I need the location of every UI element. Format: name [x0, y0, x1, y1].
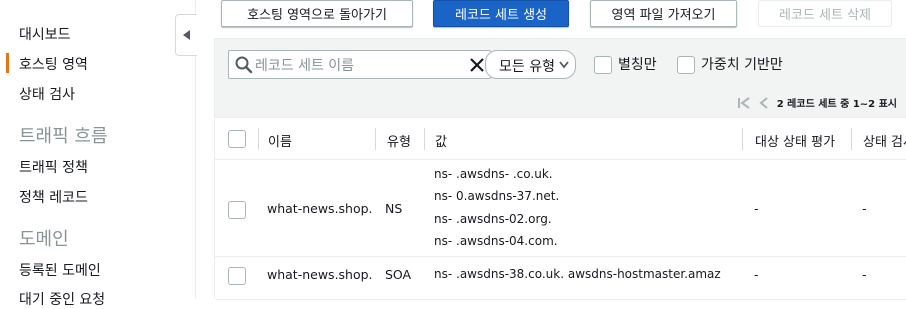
sidebar-item-dashboard[interactable]: 대시보드: [19, 24, 71, 44]
collapse-sidebar-button[interactable]: [175, 14, 197, 56]
first-page-icon[interactable]: [737, 96, 751, 109]
record-name: what-news.shop.: [267, 201, 373, 216]
table-header: 이름 유형 값 대상 상태 평가 상태 검사: [215, 119, 906, 160]
active-indicator: [6, 53, 9, 73]
record-value-line: ns- .awsdns-02.org.: [434, 212, 552, 226]
sidebar-item-pending-requests[interactable]: 대기 중인 요청: [19, 289, 105, 309]
record-name: what-news.shop.: [267, 267, 373, 282]
column-header-name[interactable]: 이름: [268, 131, 292, 150]
alias-only-checkbox[interactable]: [594, 56, 612, 74]
sidebar-item-hosted-zones[interactable]: 호스팅 영역: [19, 54, 88, 74]
create-record-set-button[interactable]: 레코드 세트 생성: [433, 0, 569, 27]
search-input[interactable]: 레코드 세트 이름: [228, 50, 491, 79]
record-value-line: ns- .awsdns-38.co.uk. awsdns-hostmaster.…: [434, 267, 721, 281]
weighted-only-checkbox[interactable]: [677, 56, 695, 74]
select-all-checkbox[interactable]: [228, 130, 246, 148]
pagination: 2 레코드 세트 중 1~2 표시: [737, 95, 897, 110]
column-divider: [375, 128, 376, 150]
record-value-line: ns- .awsdns- .co.uk.: [434, 167, 553, 181]
weighted-only-label: 가중치 기반만: [701, 57, 783, 73]
health-check-value: -: [862, 201, 867, 216]
column-header-type[interactable]: 유형: [387, 131, 411, 150]
column-divider: [742, 128, 743, 150]
column-divider: [851, 128, 852, 150]
sidebar-item-health-checks[interactable]: 상태 검사: [19, 84, 75, 104]
column-divider: [258, 128, 259, 150]
back-to-hosted-zones-button[interactable]: 호스팅 영역으로 돌아가기: [221, 0, 413, 27]
sidebar-item-traffic-policies[interactable]: 트래픽 정책: [19, 157, 88, 177]
import-zone-file-button[interactable]: 영역 파일 가져오기: [590, 0, 737, 27]
sidebar: 대시보드 호스팅 영역 상태 검사 트래픽 흐름 트래픽 정책 정책 레코드 도…: [0, 0, 196, 308]
record-type-value: 모든 유형: [499, 59, 555, 75]
sidebar-section-traffic-flow: 트래픽 흐름: [19, 126, 108, 147]
pagination-summary: 2 레코드 세트 중 1~2 표시: [776, 99, 897, 110]
row-checkbox[interactable]: [228, 267, 246, 285]
evaluate-target-health-value: -: [754, 267, 759, 282]
record-value-line: ns- .awsdns-04.com.: [434, 234, 558, 248]
record-type: SOA: [385, 267, 412, 282]
health-check-value: -: [862, 267, 867, 282]
record-type: NS: [385, 201, 403, 216]
delete-record-set-button[interactable]: 레코드 세트 삭제: [758, 0, 892, 27]
record-value-line: ns- 0.awsdns-37.net.: [434, 189, 560, 203]
table-row[interactable]: what-news.shop. SOA ns- .awsdns-38.co.uk…: [215, 258, 906, 300]
chevron-down-icon: [559, 61, 569, 69]
sidebar-item-policy-records[interactable]: 정책 레코드: [19, 187, 88, 207]
previous-page-icon[interactable]: [757, 96, 771, 109]
search-placeholder: 레코드 세트 이름: [255, 58, 355, 74]
record-sets-panel: 레코드 세트 이름 모든 유형 별칭만 가중치 기반만 2 레코드 세트 중 1…: [214, 38, 906, 300]
column-divider: [424, 128, 425, 150]
column-header-evaluate-target-health[interactable]: 대상 상태 평가: [755, 131, 835, 150]
search-icon: [235, 56, 253, 74]
sidebar-section-domains: 도메인: [19, 229, 69, 250]
table-row[interactable]: what-news.shop. NS ns- .awsdns- .co.uk. …: [215, 161, 906, 257]
clear-icon[interactable]: [468, 56, 486, 74]
column-header-health-check[interactable]: 상태 검사: [863, 131, 906, 150]
sidebar-item-registered-domains[interactable]: 등록된 도메인: [19, 260, 101, 280]
evaluate-target-health-value: -: [754, 201, 759, 216]
alias-only-label: 별칭만: [618, 57, 657, 73]
filter-bar: 레코드 세트 이름 모든 유형 별칭만 가중치 기반만 2 레코드 세트 중 1…: [215, 39, 906, 118]
caret-left-icon: [182, 30, 190, 40]
row-checkbox[interactable]: [228, 201, 246, 219]
record-type-select[interactable]: 모든 유형: [485, 50, 576, 79]
column-header-value[interactable]: 값: [435, 131, 447, 150]
